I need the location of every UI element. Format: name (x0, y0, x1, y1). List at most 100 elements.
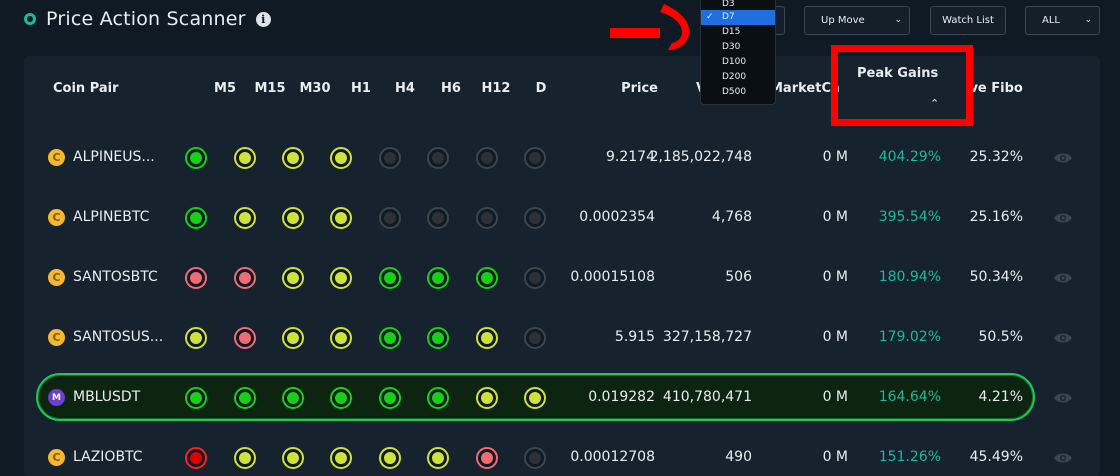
signal-dot (234, 267, 256, 289)
signal-dot (427, 447, 449, 469)
cell-market-cap: 0 M (822, 269, 848, 285)
signal-dot (282, 327, 304, 349)
coin-icon: C (48, 269, 65, 286)
signal-dot (185, 327, 207, 349)
header-market-cap[interactable]: MarketCa (770, 81, 840, 96)
cell-market-cap: 0 M (822, 389, 848, 405)
move-type-select[interactable]: Up Move ⌄ (804, 6, 910, 35)
dropdown-option[interactable]: D200 (701, 70, 775, 85)
signal-dot (282, 387, 304, 409)
header-m15[interactable]: M15 (254, 81, 285, 96)
eye-icon[interactable] (1053, 152, 1073, 164)
eye-icon[interactable] (1053, 452, 1073, 464)
dropdown-option[interactable]: D100 (701, 55, 775, 70)
signal-dot (379, 267, 401, 289)
eye-icon[interactable] (1053, 212, 1073, 224)
coin-pair-name[interactable]: ALPINEBTC (73, 209, 149, 225)
page-title: Price Action Scanner (46, 8, 246, 30)
annotation-highlight-box (831, 45, 973, 126)
signal-dot (185, 207, 207, 229)
signal-dot (379, 387, 401, 409)
cell-volume: 410,780,471 (662, 389, 752, 405)
signal-dot (330, 147, 352, 169)
dropdown-option[interactable]: D15 (701, 25, 775, 40)
signal-dot (524, 207, 546, 229)
eye-icon[interactable] (1053, 392, 1073, 404)
signal-dot (476, 207, 498, 229)
dropdown-option[interactable]: D500 (701, 85, 775, 100)
signal-dot (234, 147, 256, 169)
coin-icon: C (48, 209, 65, 226)
cell-fibo: 45.49% (969, 449, 1023, 465)
chevron-down-icon: ⌄ (894, 15, 902, 25)
cell-market-cap: 0 M (822, 449, 848, 465)
cell-volume: 4,768 (711, 209, 752, 225)
cell-volume: 490 (725, 449, 752, 465)
coin-pair-name[interactable]: SANTOSBTC (73, 269, 158, 285)
move-type-value: Up Move (821, 15, 865, 26)
header-h4[interactable]: H4 (395, 81, 415, 96)
signal-dot (330, 327, 352, 349)
signal-dot (427, 267, 449, 289)
signal-dot (476, 327, 498, 349)
cell-volume: 327,158,727 (662, 329, 752, 345)
signal-dot (524, 447, 546, 469)
signal-dot (330, 267, 352, 289)
signal-dot (185, 447, 207, 469)
signal-dot (524, 147, 546, 169)
signal-dot (379, 447, 401, 469)
dropdown-option[interactable]: D30 (701, 40, 775, 55)
signal-dot (524, 267, 546, 289)
cell-price: 0.00012708 (570, 449, 655, 465)
header-price[interactable]: Price (621, 81, 658, 96)
signal-dot (234, 447, 256, 469)
signal-dot (427, 147, 449, 169)
signal-dot (330, 387, 352, 409)
dropdown-option-selected[interactable]: ✓ D7 (701, 10, 775, 25)
coin-pair-name[interactable]: ALPINEUS... (73, 149, 155, 165)
eye-icon[interactable] (1053, 332, 1073, 344)
signal-dot (524, 327, 546, 349)
signal-dot (185, 147, 207, 169)
signal-dot (330, 207, 352, 229)
cell-peak-gain: 164.64% (878, 389, 941, 405)
eye-icon[interactable] (1053, 272, 1073, 284)
coin-icon: M (48, 389, 65, 406)
signal-dot (234, 327, 256, 349)
signal-dot (330, 447, 352, 469)
signal-dot (427, 207, 449, 229)
cell-price: 0.019282 (588, 389, 655, 405)
cell-fibo: 4.21% (978, 389, 1023, 405)
signal-dot (282, 447, 304, 469)
cell-peak-gain: 179.02% (878, 329, 941, 345)
coin-pair-name[interactable]: MBLUSDT (73, 389, 140, 405)
header-h6[interactable]: H6 (441, 81, 461, 96)
cell-fibo: 50.5% (978, 329, 1023, 345)
cell-market-cap: 0 M (822, 149, 848, 165)
watch-list-button[interactable]: Watch List (930, 6, 1006, 35)
signal-dot (476, 387, 498, 409)
header-m30[interactable]: M30 (299, 81, 330, 96)
cell-price: 0.0002354 (579, 209, 655, 225)
cell-fibo: 25.16% (969, 209, 1023, 225)
signal-dot (379, 207, 401, 229)
header-h12[interactable]: H12 (482, 81, 511, 96)
cell-volume: 2,185,022,748 (649, 149, 752, 165)
info-icon[interactable]: i (255, 11, 271, 27)
coin-pair-name[interactable]: LAZIOBTC (73, 449, 143, 465)
logo-icon (24, 13, 36, 25)
coin-icon: C (48, 449, 65, 466)
filter-select[interactable]: ALL ⌄ (1025, 6, 1100, 35)
cell-peak-gain: 395.54% (878, 209, 941, 225)
signal-dot (185, 267, 207, 289)
header-h1[interactable]: H1 (351, 81, 371, 96)
dropdown-option[interactable]: D3 (701, 0, 775, 10)
coin-pair-name[interactable]: SANTOSUS... (73, 329, 163, 345)
annotation-arrow-icon (610, 4, 690, 50)
cell-peak-gain: 404.29% (878, 149, 941, 165)
header-coin-pair[interactable]: Coin Pair (53, 81, 119, 96)
header-d[interactable]: D (536, 81, 547, 96)
cell-price: 0.00015108 (570, 269, 655, 285)
header-m5[interactable]: M5 (214, 81, 236, 96)
header-fibo[interactable]: ive Fibo (965, 81, 1023, 96)
